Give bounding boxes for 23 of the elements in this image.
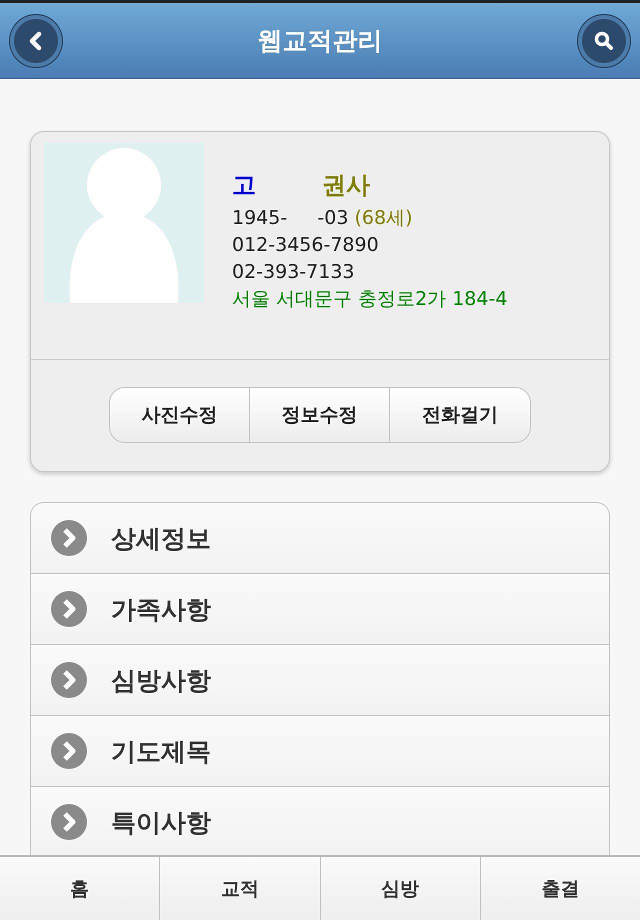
birth-date: 1945- -03	[232, 207, 348, 229]
nav-tab[interactable]: 출결	[480, 857, 640, 920]
phone-number[interactable]: 02-393-7133	[232, 259, 508, 286]
address-text: 서울 서대문구 충정로2가 184-4	[232, 287, 508, 312]
nav-tab[interactable]: 심방	[320, 857, 481, 920]
action-button[interactable]: 사진수정	[110, 388, 250, 442]
action-button[interactable]: 정보수정	[250, 388, 390, 442]
page-title: 웹교적관리	[258, 25, 382, 57]
age-text: (68세)	[354, 207, 413, 229]
menu-item[interactable]: 상세정보	[31, 503, 609, 574]
nav-tab[interactable]: 교적	[160, 857, 320, 920]
search-button[interactable]	[578, 14, 630, 66]
chevron-icon	[51, 804, 87, 840]
nav-tab[interactable]: 홈	[0, 857, 160, 920]
action-button[interactable]: 전화걸기	[390, 388, 530, 442]
chevron-icon	[51, 520, 87, 556]
mobile-number[interactable]: 012-3456-7890	[232, 232, 508, 259]
chevron-icon	[51, 733, 87, 769]
name-text: 고	[232, 171, 256, 199]
chevron-icon	[51, 662, 87, 698]
back-button[interactable]	[10, 14, 62, 66]
chevron-icon	[51, 591, 87, 627]
title-text: 권사	[322, 171, 370, 199]
